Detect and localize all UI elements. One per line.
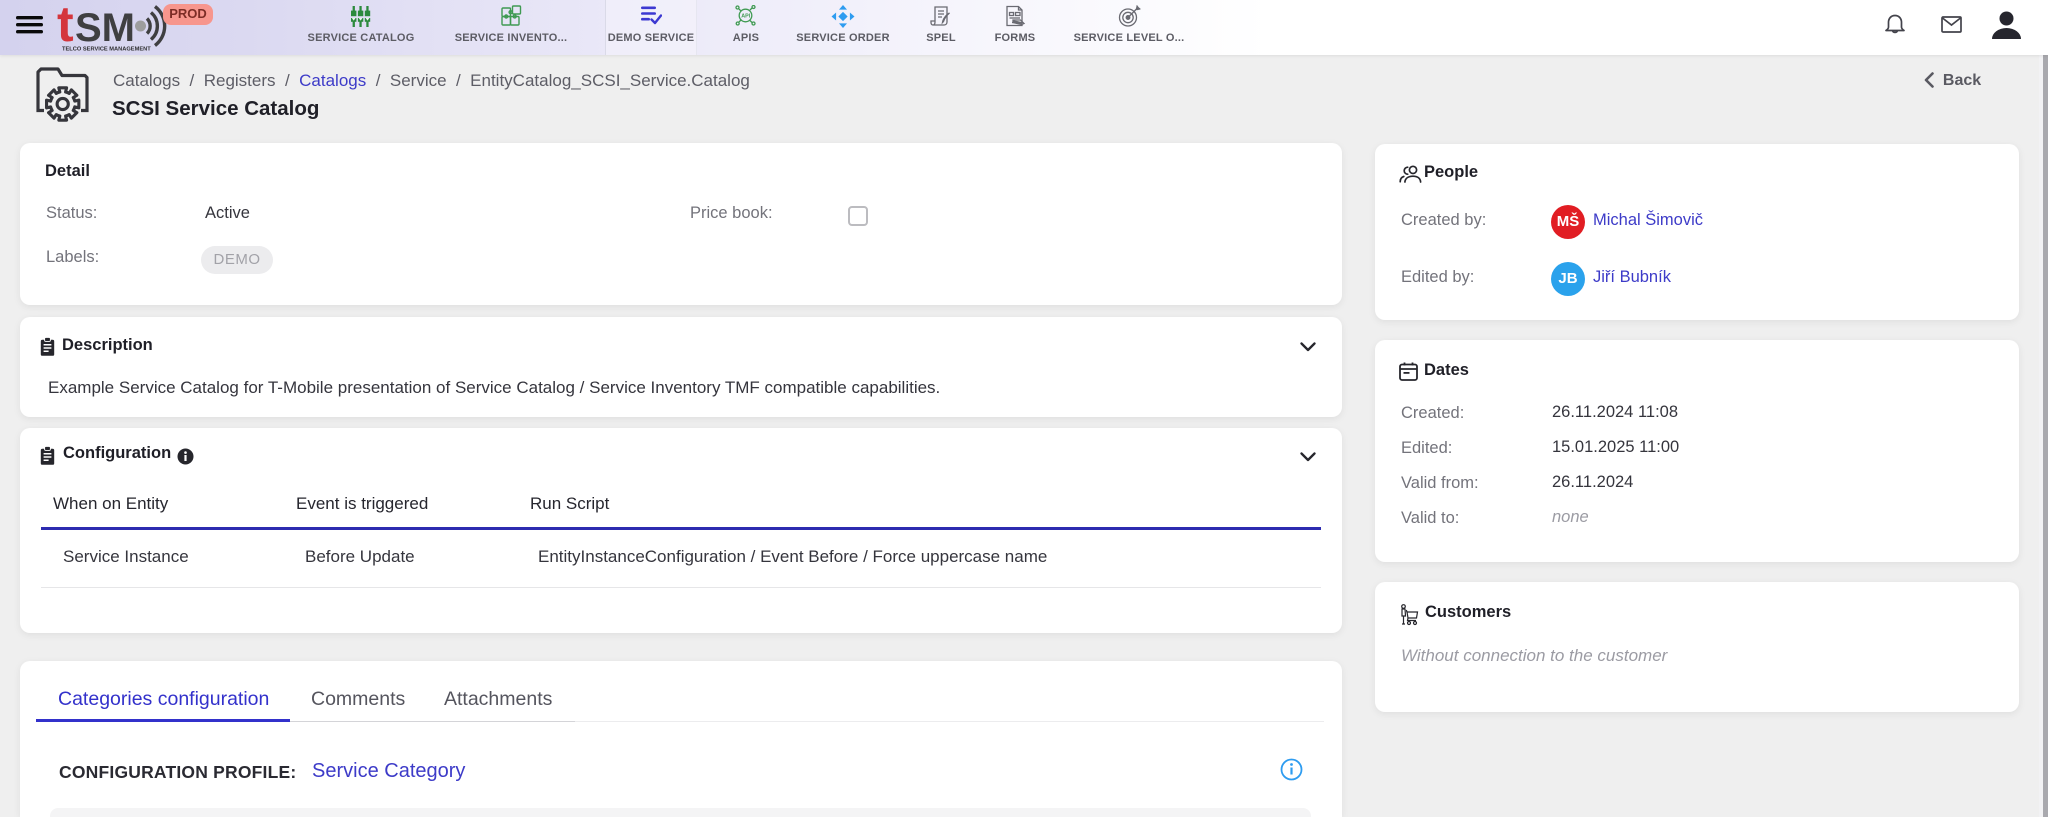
svg-text:API: API <box>741 14 750 20</box>
svg-text:t: t <box>57 0 74 52</box>
svg-text:SM: SM <box>75 6 135 50</box>
svg-text:TELCO SERVICE MANAGEMENT: TELCO SERVICE MANAGEMENT <box>62 47 151 53</box>
